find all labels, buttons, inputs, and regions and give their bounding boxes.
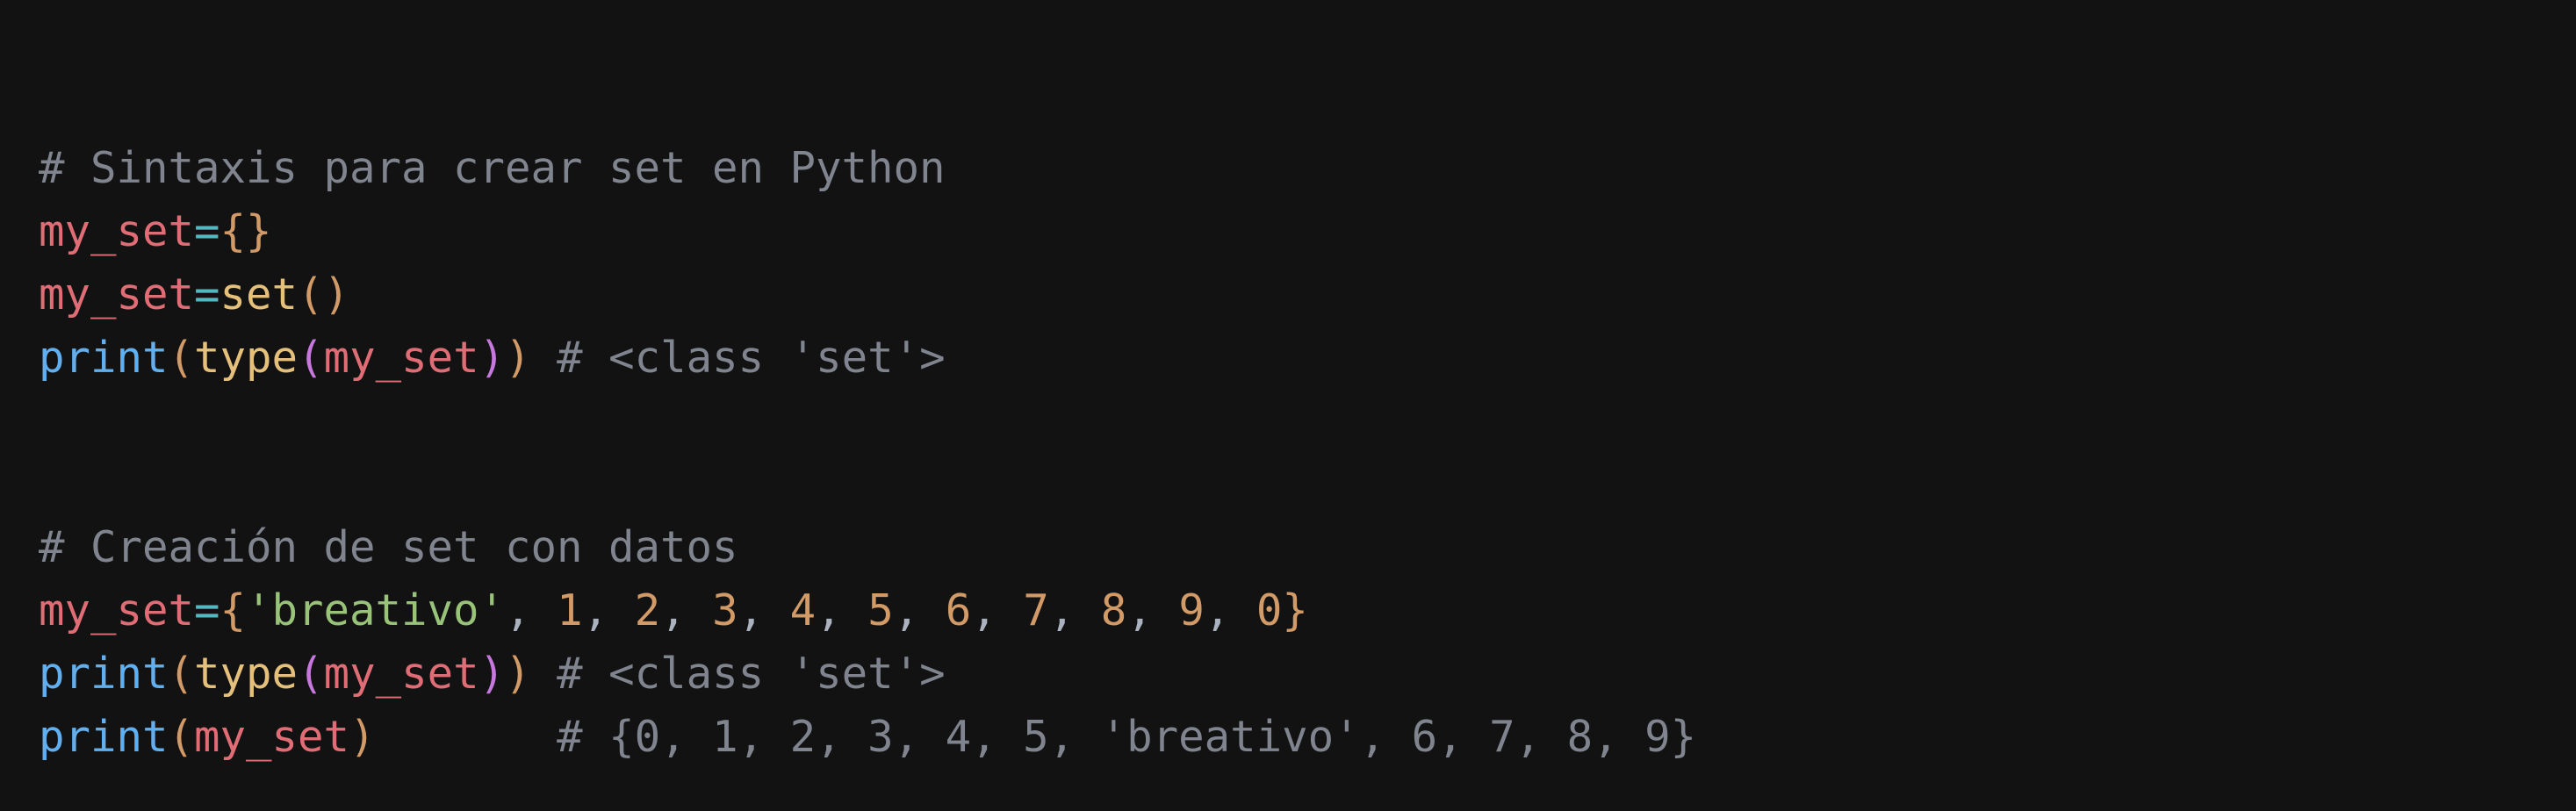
code-token-number: 8 [1100, 585, 1127, 635]
code-line: print(type(my_set)) # <class 'set'> [39, 327, 2576, 390]
code-token-inner_paren: ) [479, 333, 506, 383]
code-token-function: print [39, 649, 169, 699]
code-token-inner_paren: ) [479, 649, 506, 699]
code-line: my_set={'breativo', 1, 2, 3, 4, 5, 6, 7,… [39, 579, 2576, 642]
code-editor: # Sintaxis para crear set en Python my_se… [0, 0, 2576, 811]
code-line: print(type(my_set)) # <class 'set'> [39, 642, 2576, 706]
code-token-bracket: ) [505, 333, 531, 383]
code-token-builtin: set [219, 269, 299, 319]
code-token-punct: , [738, 585, 790, 635]
code-token-number: 7 [1023, 585, 1049, 635]
code-token-inner_paren: ( [298, 649, 324, 699]
code-token-number: 4 [789, 585, 817, 635]
code-line: print(my_set) # {0, 1, 2, 3, 4, 5, 'brea… [39, 706, 2576, 769]
code-line: my_set={} [39, 200, 2576, 263]
code-token-function: print [39, 333, 169, 383]
code-token-punct: , [1126, 585, 1179, 635]
code-token-operator: = [194, 269, 220, 319]
code-token-variable: my_set [39, 269, 195, 319]
code-token-comment: # <class 'set'> [530, 649, 946, 699]
code-token-variable: my_set [39, 206, 195, 256]
code-block: # Sintaxis para crear set en Python my_se… [39, 74, 2576, 769]
code-token-number: 2 [634, 585, 661, 635]
code-token-bracket: ( [168, 712, 195, 762]
code-token-punct: , [1048, 585, 1101, 635]
code-token-operator: = [194, 585, 220, 635]
code-token-number: 1 [557, 585, 583, 635]
code-token-variable: my_set [323, 649, 479, 699]
code-token-bracket: () [298, 269, 350, 319]
code-token-number: 0 [1256, 585, 1283, 635]
code-token-number: 5 [867, 585, 894, 635]
code-token-comment: # {0, 1, 2, 3, 4, 5, 'breativo', 6, 7, 8… [375, 712, 1697, 762]
code-token-bracket: ( [168, 333, 195, 383]
code-token-comment: # <class 'set'> [530, 333, 946, 383]
code-token-comment: # Creación de set con datos [39, 522, 738, 572]
code-token-builtin: type [194, 649, 299, 699]
code-token-string: 'breativo' [246, 585, 506, 635]
code-token-bracket: { [219, 585, 247, 635]
code-token-bracket: ) [505, 649, 531, 699]
code-token-number: 6 [945, 585, 972, 635]
code-line: my_set=set() [39, 263, 2576, 327]
code-token-number: 3 [712, 585, 738, 635]
code-token-bracket: ( [168, 649, 195, 699]
code-token-bracket: {} [219, 206, 272, 256]
code-token-variable: my_set [323, 333, 479, 383]
code-token-comment: # Sintaxis para crear set en Python [39, 143, 946, 193]
code-token-builtin: type [194, 333, 299, 383]
code-token-punct: , [582, 585, 635, 635]
code-token-number: 9 [1178, 585, 1205, 635]
code-token-bracket: ) [349, 712, 376, 762]
code-token-punct: , [1204, 585, 1256, 635]
code-line: # Creación de set con datos [39, 516, 2576, 579]
code-token-punct: , [816, 585, 868, 635]
code-token-function: print [39, 712, 169, 762]
code-token-punct: , [660, 585, 713, 635]
code-token-variable: my_set [39, 585, 195, 635]
code-token-punct: , [971, 585, 1024, 635]
code-token-punct: , [893, 585, 946, 635]
code-line: # Sintaxis para crear set en Python [39, 137, 2576, 200]
code-token-variable: my_set [194, 712, 350, 762]
code-token-operator: = [194, 206, 220, 256]
code-token-bracket: } [1282, 585, 1308, 635]
code-token-inner_paren: ( [298, 333, 324, 383]
code-token-punct: , [505, 585, 558, 635]
